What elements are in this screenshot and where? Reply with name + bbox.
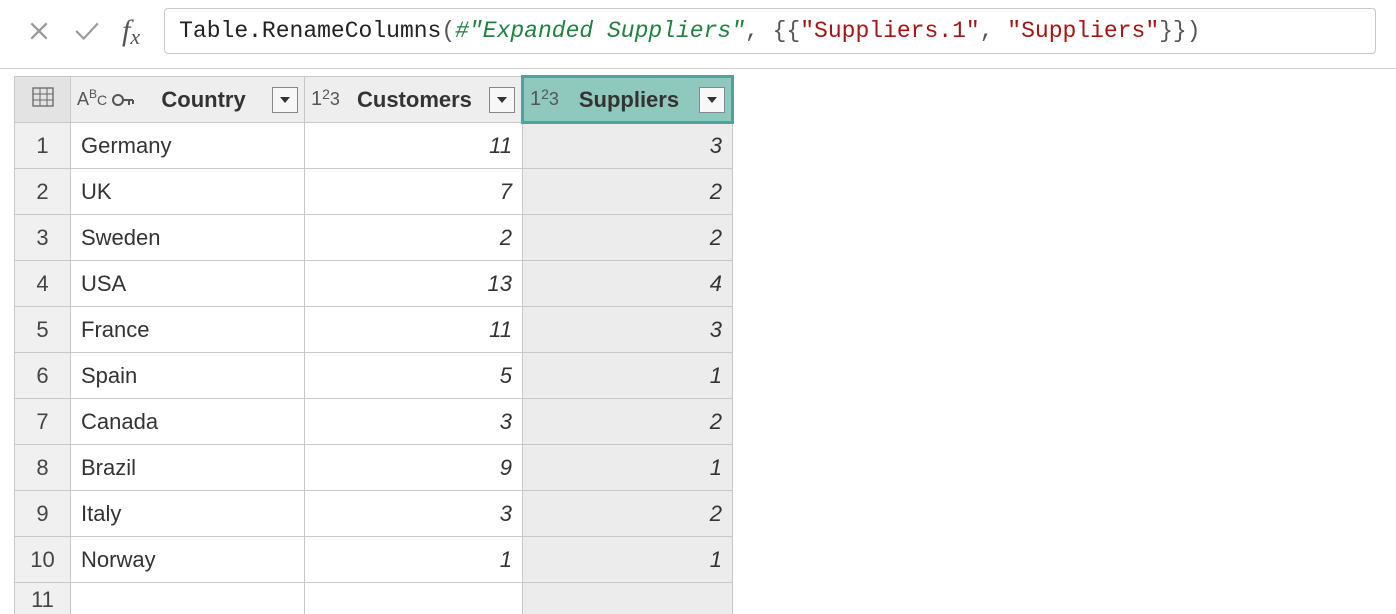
table-row[interactable]: 3 Sweden 2 2	[15, 215, 733, 261]
row-number[interactable]: 11	[15, 583, 71, 614]
cell-customers[interactable]	[305, 583, 523, 614]
accept-formula-button[interactable]	[68, 12, 106, 50]
cell-suppliers[interactable]: 1	[523, 445, 733, 491]
table-row[interactable]: 9 Italy 3 2	[15, 491, 733, 537]
cell-country[interactable]: UK	[71, 169, 305, 215]
row-number[interactable]: 2	[15, 169, 71, 215]
row-number[interactable]: 6	[15, 353, 71, 399]
cell-country[interactable]: Germany	[71, 123, 305, 169]
cell-customers[interactable]: 9	[305, 445, 523, 491]
cell-country[interactable]: Italy	[71, 491, 305, 537]
cancel-formula-button[interactable]	[20, 12, 58, 50]
cell-suppliers[interactable]: 1	[523, 537, 733, 583]
row-number[interactable]: 9	[15, 491, 71, 537]
row-number[interactable]: 1	[15, 123, 71, 169]
row-number[interactable]: 3	[15, 215, 71, 261]
table-row[interactable]: 8 Brazil 9 1	[15, 445, 733, 491]
table-row[interactable]: 4 USA 13 4	[15, 261, 733, 307]
cell-customers[interactable]: 1	[305, 537, 523, 583]
cell-suppliers[interactable]: 1	[523, 353, 733, 399]
cell-suppliers[interactable]: 2	[523, 399, 733, 445]
column-header-customers[interactable]: 123 Customers	[305, 77, 523, 123]
table-row[interactable]: 10 Norway 1 1	[15, 537, 733, 583]
number-type-icon: 123	[311, 88, 340, 111]
column-header-suppliers[interactable]: 123 Suppliers	[523, 77, 733, 123]
cell-customers[interactable]: 13	[305, 261, 523, 307]
table-body: 1 Germany 11 3 2 UK 7 2 3 Sweden 2 2 4 U…	[15, 123, 733, 614]
row-number[interactable]: 5	[15, 307, 71, 353]
cell-suppliers[interactable]: 4	[523, 261, 733, 307]
table-row[interactable]: 5 France 11 3	[15, 307, 733, 353]
number-type-icon: 123	[530, 88, 559, 111]
cell-customers[interactable]: 2	[305, 215, 523, 261]
cell-suppliers[interactable]: 2	[523, 169, 733, 215]
cell-customers[interactable]: 11	[305, 307, 523, 353]
cell-country[interactable]: USA	[71, 261, 305, 307]
cell-country[interactable]: Spain	[71, 353, 305, 399]
table-row[interactable]: 1 Germany 11 3	[15, 123, 733, 169]
row-number[interactable]: 10	[15, 537, 71, 583]
table-row[interactable]: 2 UK 7 2	[15, 169, 733, 215]
column-name: Suppliers	[563, 87, 695, 113]
data-grid: ABC Country 123 Customers	[0, 69, 1396, 614]
cell-suppliers[interactable]: 3	[523, 307, 733, 353]
formula-fn: Table.RenameColumns	[179, 18, 441, 44]
table-row-partial[interactable]: 11	[15, 583, 733, 614]
formula-str1: "Suppliers.1"	[800, 18, 979, 44]
formula-ref: #"Expanded Suppliers"	[455, 18, 745, 44]
cell-country[interactable]: Brazil	[71, 445, 305, 491]
cell-country[interactable]	[71, 583, 305, 614]
cell-country[interactable]: Sweden	[71, 215, 305, 261]
fx-icon: fx	[116, 14, 146, 48]
column-header-country[interactable]: ABC Country	[71, 77, 305, 123]
cell-suppliers[interactable]: 3	[523, 123, 733, 169]
cell-country[interactable]: France	[71, 307, 305, 353]
cell-suppliers[interactable]: 2	[523, 215, 733, 261]
cell-customers[interactable]: 5	[305, 353, 523, 399]
filter-dropdown-customers[interactable]	[489, 87, 515, 113]
formula-bar: fx Table.RenameColumns(#"Expanded Suppli…	[0, 0, 1396, 69]
cell-customers[interactable]: 7	[305, 169, 523, 215]
column-name: Customers	[344, 87, 485, 113]
cell-country[interactable]: Norway	[71, 537, 305, 583]
cell-suppliers[interactable]: 2	[523, 491, 733, 537]
table-row[interactable]: 6 Spain 5 1	[15, 353, 733, 399]
formula-input[interactable]: Table.RenameColumns(#"Expanded Suppliers…	[164, 8, 1376, 54]
cell-customers[interactable]: 11	[305, 123, 523, 169]
select-all-corner[interactable]	[15, 77, 71, 123]
formula-str2: "Suppliers"	[1007, 18, 1159, 44]
key-icon	[111, 90, 135, 110]
filter-dropdown-suppliers[interactable]	[699, 87, 725, 113]
text-type-icon: ABC	[77, 89, 107, 110]
cell-country[interactable]: Canada	[71, 399, 305, 445]
row-number[interactable]: 8	[15, 445, 71, 491]
row-number[interactable]: 7	[15, 399, 71, 445]
row-number[interactable]: 4	[15, 261, 71, 307]
filter-dropdown-country[interactable]	[272, 87, 298, 113]
cell-suppliers[interactable]	[523, 583, 733, 614]
table-row[interactable]: 7 Canada 3 2	[15, 399, 733, 445]
column-name: Country	[139, 87, 268, 113]
cell-customers[interactable]: 3	[305, 491, 523, 537]
cell-customers[interactable]: 3	[305, 399, 523, 445]
